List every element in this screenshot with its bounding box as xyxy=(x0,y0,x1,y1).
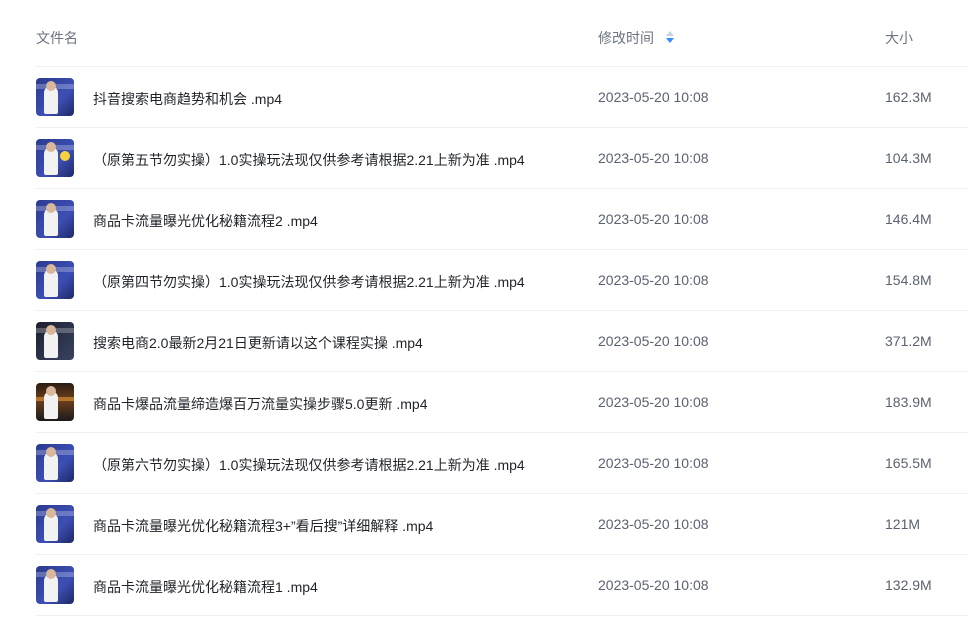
file-table: 文件名 修改时间 大小 抖音搜索电商趋势和机会 .mp4 2023-05-20 1… xyxy=(0,0,968,616)
video-thumbnail[interactable] xyxy=(36,200,74,238)
file-size: 104.3M xyxy=(885,150,932,166)
file-size: 132.9M xyxy=(885,577,932,593)
file-name-link[interactable]: 商品卡爆品流量缔造爆百万流量实操步骤5.0更新 .mp4 xyxy=(93,394,427,414)
video-thumbnail[interactable] xyxy=(36,566,74,604)
table-row[interactable]: （原第五节勿实操）1.0实操玩法现仅供参考请根据2.21上新为准 .mp4 202… xyxy=(36,128,968,189)
file-modified-time: 2023-05-20 10:08 xyxy=(598,333,709,349)
video-thumbnail[interactable] xyxy=(36,322,74,360)
file-name-link[interactable]: 商品卡流量曝光优化秘籍流程2 .mp4 xyxy=(93,211,318,231)
file-modified-time: 2023-05-20 10:08 xyxy=(598,150,709,166)
sort-desc-icon[interactable] xyxy=(666,31,674,45)
file-modified-time: 2023-05-20 10:08 xyxy=(598,272,709,288)
table-header: 文件名 修改时间 大小 xyxy=(36,0,968,67)
file-modified-time: 2023-05-20 10:08 xyxy=(598,211,709,227)
column-header-modified-label: 修改时间 xyxy=(598,30,654,46)
table-row[interactable]: 商品卡流量曝光优化秘籍流程1 .mp4 2023-05-20 10:08 132.9… xyxy=(36,555,968,616)
video-thumbnail[interactable] xyxy=(36,383,74,421)
file-modified-time: 2023-05-20 10:08 xyxy=(598,516,709,532)
file-size: 183.9M xyxy=(885,394,932,410)
column-header-modified[interactable]: 修改时间 xyxy=(598,28,674,48)
file-name-link[interactable]: 商品卡流量曝光优化秘籍流程3+”看后搜”详细解释 .mp4 xyxy=(93,516,433,536)
file-size: 146.4M xyxy=(885,211,932,227)
file-modified-time: 2023-05-20 10:08 xyxy=(598,577,709,593)
table-row[interactable]: 商品卡流量曝光优化秘籍流程3+”看后搜”详细解释 .mp4 2023-05-20 … xyxy=(36,494,968,555)
table-row[interactable]: 搜索电商2.0最新2月21日更新请以这个课程实操 .mp4 2023-05-20 … xyxy=(36,311,968,372)
column-header-name[interactable]: 文件名 xyxy=(36,28,78,48)
video-thumbnail[interactable] xyxy=(36,78,74,116)
file-size: 162.3M xyxy=(885,89,932,105)
table-row[interactable]: （原第四节勿实操）1.0实操玩法现仅供参考请根据2.21上新为准 .mp4 202… xyxy=(36,250,968,311)
video-thumbnail[interactable] xyxy=(36,505,74,543)
file-modified-time: 2023-05-20 10:08 xyxy=(598,455,709,471)
file-name-link[interactable]: 抖音搜索电商趋势和机会 .mp4 xyxy=(93,89,282,109)
column-header-size[interactable]: 大小 xyxy=(885,28,913,48)
file-modified-time: 2023-05-20 10:08 xyxy=(598,394,709,410)
file-name-link[interactable]: （原第四节勿实操）1.0实操玩法现仅供参考请根据2.21上新为准 .mp4 xyxy=(93,272,525,292)
file-size: 154.8M xyxy=(885,272,932,288)
file-name-link[interactable]: （原第五节勿实操）1.0实操玩法现仅供参考请根据2.21上新为准 .mp4 xyxy=(93,150,525,170)
file-size: 371.2M xyxy=(885,333,932,349)
table-row[interactable]: 抖音搜索电商趋势和机会 .mp4 2023-05-20 10:08 162.3M xyxy=(36,67,968,128)
file-size: 121M xyxy=(885,516,921,532)
video-thumbnail[interactable] xyxy=(36,139,74,177)
video-thumbnail[interactable] xyxy=(36,444,74,482)
file-name-link[interactable]: 商品卡流量曝光优化秘籍流程1 .mp4 xyxy=(93,577,318,597)
file-list: 抖音搜索电商趋势和机会 .mp4 2023-05-20 10:08 162.3M （原… xyxy=(0,67,968,616)
table-row[interactable]: 商品卡爆品流量缔造爆百万流量实操步骤5.0更新 .mp4 2023-05-20 1… xyxy=(36,372,968,433)
file-name-link[interactable]: （原第六节勿实操）1.0实操玩法现仅供参考请根据2.21上新为准 .mp4 xyxy=(93,455,525,475)
file-modified-time: 2023-05-20 10:08 xyxy=(598,89,709,105)
file-name-link[interactable]: 搜索电商2.0最新2月21日更新请以这个课程实操 .mp4 xyxy=(93,333,423,353)
table-row[interactable]: 商品卡流量曝光优化秘籍流程2 .mp4 2023-05-20 10:08 146.4… xyxy=(36,189,968,250)
video-thumbnail[interactable] xyxy=(36,261,74,299)
table-row[interactable]: （原第六节勿实操）1.0实操玩法现仅供参考请根据2.21上新为准 .mp4 202… xyxy=(36,433,968,494)
file-size: 165.5M xyxy=(885,455,932,471)
